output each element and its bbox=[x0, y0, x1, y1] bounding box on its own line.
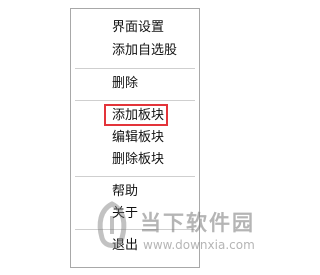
menu-item-add-watchlist-stock[interactable]: 添加自选股 bbox=[112, 40, 177, 62]
menu-item-delete[interactable]: 删除 bbox=[112, 73, 138, 95]
menu-separator bbox=[75, 100, 195, 101]
menu-separator bbox=[75, 176, 195, 177]
menu-item-edit-sector[interactable]: 编辑板块 bbox=[112, 127, 164, 149]
menu-item-delete-sector[interactable]: 删除板块 bbox=[112, 149, 164, 171]
menu-separator bbox=[75, 68, 195, 69]
watermark-url: www.downxia.com bbox=[143, 238, 255, 252]
highlight-box bbox=[104, 104, 168, 126]
menu-item-interface-settings[interactable]: 界面设置 bbox=[112, 17, 164, 39]
watermark-title: 当下软件园 bbox=[140, 211, 255, 235]
watermark-logo-icon bbox=[97, 201, 127, 248]
